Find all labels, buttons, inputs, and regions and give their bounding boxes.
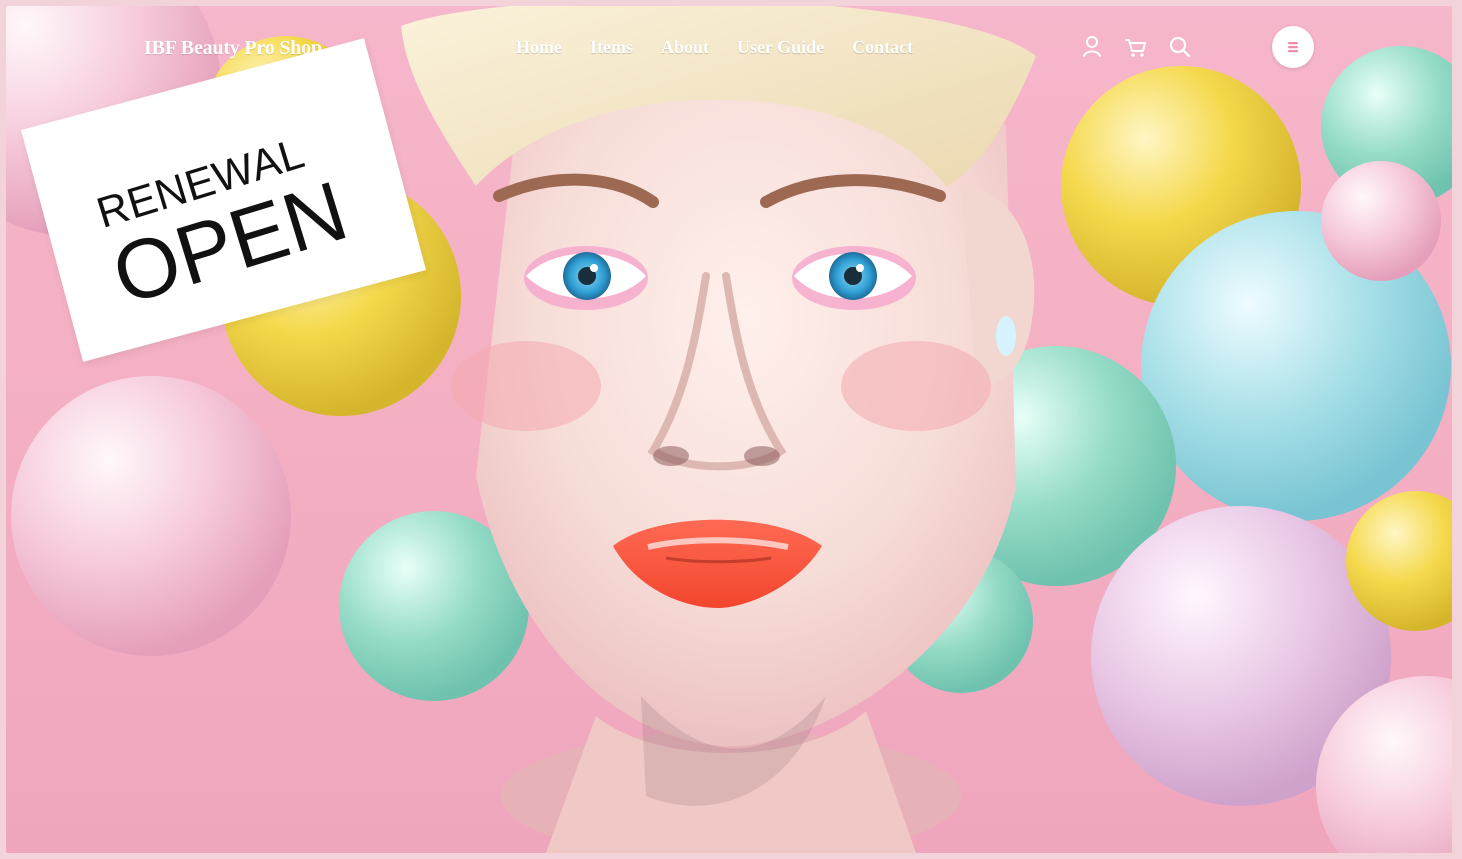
nav-about[interactable]: About	[661, 37, 709, 58]
cart-icon-graphic	[1125, 39, 1146, 57]
nav-user-guide[interactable]: User Guide	[737, 37, 824, 58]
main-navigation: Home Items About User Guide Contact	[516, 37, 941, 58]
nav-home[interactable]: Home	[516, 37, 562, 58]
cart-icon[interactable]	[1122, 33, 1150, 61]
search-icon[interactable]	[1166, 33, 1194, 61]
search-icon-graphic	[1169, 36, 1191, 58]
header-actions	[1078, 33, 1194, 61]
user-icon-graphic	[1083, 36, 1101, 57]
nav-items[interactable]: Items	[590, 37, 633, 58]
menu-icon	[1283, 37, 1303, 57]
page-frame: IBF Beauty Pro Shop Home Items About Use…	[6, 6, 1452, 853]
menu-button[interactable]	[1272, 26, 1314, 68]
user-icon[interactable]	[1078, 33, 1106, 61]
nav-contact[interactable]: Contact	[852, 37, 913, 58]
